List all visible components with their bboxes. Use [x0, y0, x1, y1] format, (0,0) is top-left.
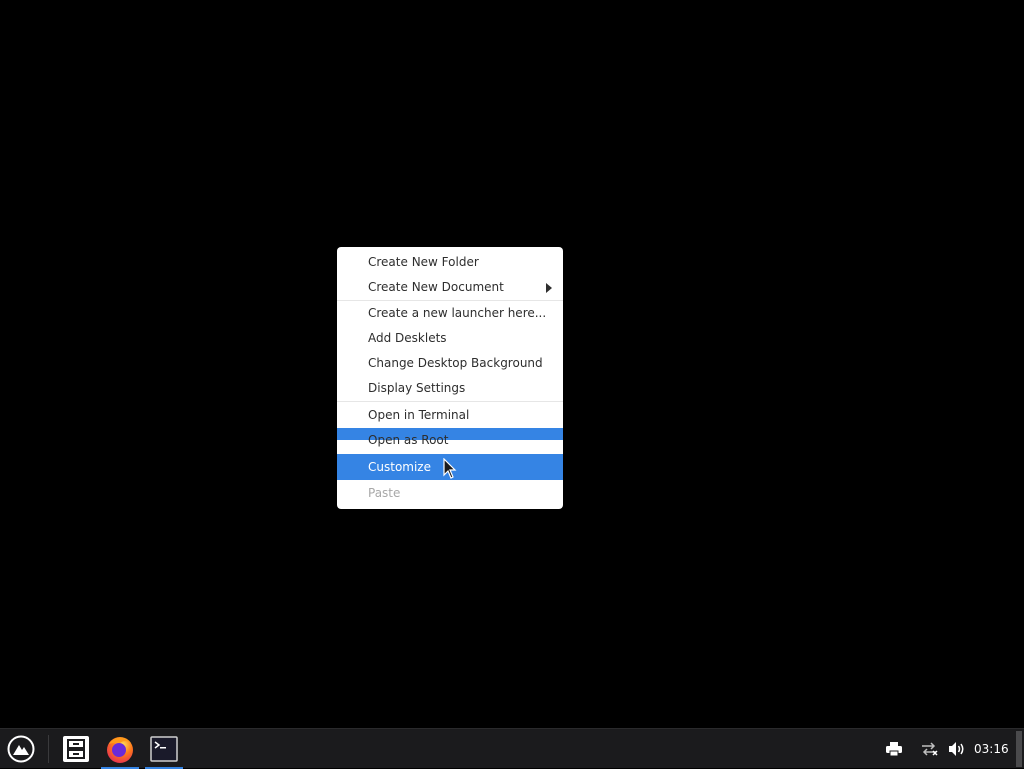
- menu-item-paste: Paste: [337, 480, 563, 507]
- chevron-right-icon: [546, 283, 552, 293]
- menu-item-open-as-root[interactable]: Open as Root: [337, 428, 563, 454]
- menu-item-open-in-terminal[interactable]: Open in Terminal: [337, 402, 563, 428]
- mouse-pointer-icon: [443, 458, 457, 479]
- terminal-launcher[interactable]: [145, 729, 183, 769]
- firefox-icon: [107, 737, 133, 763]
- menu-item-label: Create New Folder: [368, 255, 479, 269]
- taskbar: 03:16: [0, 728, 1024, 769]
- menu-item-label: Create a new launcher here...: [368, 306, 547, 320]
- menu-item-change-background[interactable]: Change Desktop Background: [337, 351, 563, 376]
- menu-item-display-settings[interactable]: Display Settings: [337, 376, 563, 401]
- printer-icon: [886, 742, 902, 756]
- menu-item-label: Open as Root: [368, 433, 449, 447]
- file-manager-launcher[interactable]: [58, 729, 94, 769]
- volume-icon: [949, 742, 964, 756]
- menu-item-label: Open in Terminal: [368, 408, 470, 422]
- terminal-icon: [150, 736, 178, 762]
- volume-tray-button[interactable]: [947, 729, 967, 769]
- network-tray-button[interactable]: [919, 729, 939, 769]
- menu-item-label: Add Desklets: [368, 331, 447, 345]
- menu-item-label: Paste: [368, 486, 401, 500]
- menu-item-create-new-document[interactable]: Create New Document: [337, 275, 563, 300]
- menu-item-label: Customize: [368, 460, 431, 474]
- taskbar-divider: [48, 735, 49, 763]
- menu-item-create-launcher[interactable]: Create a new launcher here...: [337, 301, 563, 326]
- printer-tray-button[interactable]: [884, 729, 904, 769]
- network-icon: [922, 742, 938, 756]
- firefox-launcher[interactable]: [101, 729, 139, 769]
- start-menu-button[interactable]: [4, 729, 38, 769]
- clock[interactable]: 03:16: [974, 729, 1009, 769]
- show-desktop-button[interactable]: [1016, 731, 1022, 767]
- menu-item-label: Change Desktop Background: [368, 356, 543, 370]
- start-menu-icon: [7, 735, 35, 763]
- menu-item-create-new-folder[interactable]: Create New Folder: [337, 250, 563, 275]
- menu-item-label: Create New Document: [368, 280, 504, 294]
- menu-item-label: Display Settings: [368, 381, 466, 395]
- menu-item-add-desklets[interactable]: Add Desklets: [337, 326, 563, 351]
- file-manager-icon: [63, 736, 89, 762]
